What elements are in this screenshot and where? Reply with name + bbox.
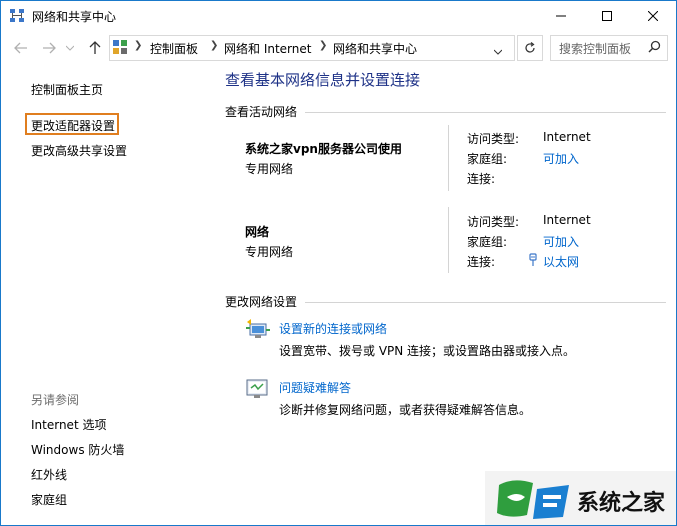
network-divider — [448, 207, 449, 273]
infrared-link[interactable]: 红外线 — [31, 466, 67, 483]
homegroup-join-link[interactable]: 可加入 — [543, 150, 579, 167]
ethernet-icon — [529, 253, 537, 266]
homegroup-join-link[interactable]: 可加入 — [543, 233, 579, 250]
back-button[interactable] — [13, 40, 29, 56]
breadcrumb-control-panel[interactable]: 控制面板 — [150, 40, 198, 57]
chevron-down-icon — [493, 49, 503, 55]
network-divider — [448, 125, 449, 191]
ethernet-connection-link[interactable]: 以太网 — [543, 253, 579, 270]
title-bar: 网络和共享中心 — [1, 1, 676, 31]
watermark-text: 系统之家 — [577, 491, 666, 516]
up-arrow-icon — [89, 41, 101, 54]
homegroup-label: 家庭组: — [467, 152, 508, 166]
troubleshoot-link[interactable]: 问题疑难解答 — [279, 379, 351, 396]
change-settings-title: 更改网络设置 — [225, 295, 298, 309]
control-panel-home-link[interactable]: 控制面板主页 — [31, 81, 103, 98]
address-dropdown-button[interactable] — [493, 44, 503, 58]
breadcrumb-separator-icon: ❯ — [319, 40, 328, 51]
breadcrumb-separator-icon: ❯ — [134, 40, 143, 51]
search-placeholder: 搜索控制面板 — [559, 42, 632, 56]
watermark: 系统之家 — [485, 471, 676, 525]
breadcrumb-network-sharing-center[interactable]: 网络和共享中心 — [333, 40, 417, 57]
troubleshoot-description: 诊断并修复网络问题，或者获得疑难解答信息。 — [279, 403, 532, 417]
maximize-button[interactable] — [584, 1, 630, 31]
section-divider — [305, 302, 666, 303]
see-also-title: 另请参阅 — [31, 393, 80, 407]
windows-firewall-link[interactable]: Windows 防火墙 — [31, 441, 124, 458]
maximize-icon — [602, 11, 612, 21]
troubleshoot-icon — [246, 379, 268, 398]
breadcrumb-network-internet[interactable]: 网络和 Internet — [224, 40, 311, 57]
page-title: 查看基本网络信息并设置连接 — [225, 71, 421, 89]
refresh-button[interactable] — [517, 35, 543, 61]
setup-connection-description: 设置宽带、拨号或 VPN 连接；或设置路由器或接入点。 — [279, 344, 576, 358]
watermark-logo — [497, 480, 569, 519]
close-icon — [648, 11, 658, 21]
homegroup-link[interactable]: 家庭组 — [31, 491, 67, 508]
access-type-value: Internet — [543, 130, 591, 144]
change-adapter-settings-link[interactable]: 更改适配器设置 — [31, 117, 115, 134]
window-title: 网络和共享中心 — [32, 10, 117, 24]
active-networks-title: 查看活动网络 — [225, 105, 298, 119]
access-type-label: 访问类型: — [467, 132, 520, 146]
refresh-icon — [525, 42, 535, 53]
recent-locations-button[interactable] — [65, 40, 75, 56]
control-panel-icon — [113, 40, 127, 54]
homegroup-label: 家庭组: — [467, 235, 508, 249]
search-box[interactable]: 搜索控制面板 — [550, 35, 668, 61]
back-arrow-icon — [14, 42, 27, 54]
minimize-icon — [556, 15, 566, 17]
connection-label: 连接: — [467, 255, 496, 269]
breadcrumb-separator-icon: ❯ — [210, 40, 219, 51]
internet-options-link[interactable]: Internet 选项 — [31, 416, 106, 433]
setup-connection-link[interactable]: 设置新的连接或网络 — [279, 320, 387, 337]
network-name: 网络 — [245, 225, 270, 239]
up-button[interactable] — [87, 40, 103, 56]
network-type: 专用网络 — [245, 162, 294, 176]
new-connection-icon — [246, 319, 270, 338]
access-type-value: Internet — [543, 213, 591, 227]
chevron-down-icon — [66, 45, 74, 51]
control-panel-window: 网络和共享中心 ❯ 控制面板 ❯ 网络和 Internet ❯ 网络和共享中心 … — [0, 0, 677, 526]
search-icon — [648, 40, 661, 53]
change-advanced-sharing-link[interactable]: 更改高级共享设置 — [31, 142, 127, 159]
access-type-label: 访问类型: — [467, 215, 520, 229]
forward-button[interactable] — [41, 40, 57, 56]
section-divider — [305, 112, 666, 113]
network-type: 专用网络 — [245, 245, 294, 259]
close-button[interactable] — [630, 1, 676, 31]
navigation-bar: ❯ 控制面板 ❯ 网络和 Internet ❯ 网络和共享中心 搜索控制面板 — [1, 31, 676, 65]
address-bar[interactable]: ❯ 控制面板 ❯ 网络和 Internet ❯ 网络和共享中心 — [109, 35, 515, 61]
network-name: 系统之家vpn服务器公司使用 — [245, 142, 402, 156]
forward-arrow-icon — [43, 42, 56, 54]
minimize-button[interactable] — [538, 1, 584, 31]
network-center-icon — [10, 9, 24, 22]
connection-label: 连接: — [467, 172, 496, 186]
